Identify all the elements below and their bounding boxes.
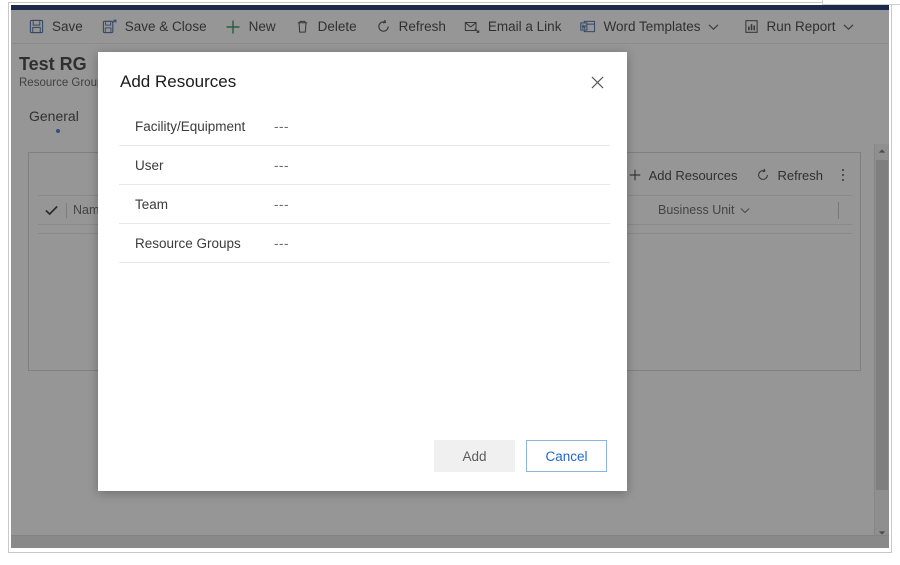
add-button[interactable]: Add [434,440,515,472]
field-value: --- [274,235,289,251]
add-resources-icon [627,167,643,183]
refresh-icon [755,167,771,183]
save-icon [28,18,45,35]
field-label: Facility/Equipment [135,118,246,134]
bottom-status-strip [11,535,889,548]
new-button[interactable]: New [216,12,285,42]
command-bar: Save Save & Close New Delete Refresh Ema… [11,10,889,44]
tab-selected-indicator [55,129,60,133]
field-value: --- [274,196,289,212]
delete-button-label: Delete [317,18,357,34]
dialog-field-list: Facility/Equipment --- User --- Team ---… [119,107,610,263]
save-and-close-icon [101,18,118,35]
list-item-user[interactable]: User --- [119,146,610,185]
grid-refresh-button-label: Refresh [777,167,823,183]
refresh-button-label: Refresh [398,18,446,34]
chevron-down-icon[interactable] [838,12,860,42]
run-report-button-label: Run Report [766,18,836,34]
field-label: Resource Groups [135,235,241,251]
dialog-actions: Add Cancel [434,440,607,472]
refresh-icon [375,18,392,35]
add-resources-button[interactable]: Add Resources [618,162,747,188]
save-button-label: Save [52,18,83,34]
word-templates-button[interactable]: Word Templates [570,12,733,42]
new-button-label: New [248,18,276,34]
grid-column-header-business-unit-label: Business Unit [658,203,735,217]
report-icon [743,18,760,35]
save-and-close-button-label: Save & Close [124,18,207,34]
plus-icon [225,18,242,35]
email-a-link-button[interactable]: Email a Link [455,12,571,42]
email-link-icon [464,18,481,35]
grid-toolbar: Add Resources Refresh [618,162,854,188]
chevron-down-icon[interactable] [703,12,725,42]
run-report-button[interactable]: Run Report [734,12,869,42]
dialog-title: Add Resources [120,72,237,91]
more-vertical-icon[interactable] [832,162,854,188]
close-icon[interactable] [583,68,611,96]
grid-column-header-business-unit[interactable]: Business Unit [658,203,838,217]
delete-button[interactable]: Delete [285,12,366,42]
field-value: --- [274,157,289,173]
tab-general-label: General [29,108,79,124]
cancel-button[interactable]: Cancel [526,440,607,472]
list-item-team[interactable]: Team --- [119,185,610,224]
scrollbar-thumb[interactable] [876,160,888,490]
trash-icon [294,18,311,35]
save-and-close-button[interactable]: Save & Close [92,12,216,42]
save-button[interactable]: Save [19,12,92,42]
vertical-scrollbar[interactable] [874,144,889,540]
list-item-facility-equipment[interactable]: Facility/Equipment --- [119,107,610,146]
refresh-button[interactable]: Refresh [366,12,455,42]
screenshot-root: Save Save & Close New Delete Refresh Ema… [0,0,900,565]
column-resize-handle[interactable] [838,201,839,219]
field-value: --- [274,118,289,134]
field-label: User [135,157,164,173]
list-item-resource-groups[interactable]: Resource Groups --- [119,224,610,263]
word-templates-button-label: Word Templates [603,18,701,34]
checkmark-icon[interactable] [38,196,64,224]
add-resources-dialog: Add Resources Facility/Equipment --- Use… [98,52,627,491]
header-separator [66,202,67,218]
chevron-up-icon[interactable] [875,144,889,158]
tab-general[interactable]: General [21,106,91,133]
word-template-icon [579,18,596,35]
grid-refresh-button[interactable]: Refresh [746,162,832,188]
field-label: Team [135,196,169,212]
add-resources-button-label: Add Resources [648,167,738,183]
email-a-link-button-label: Email a Link [487,18,562,34]
chevron-down-icon [740,207,750,214]
